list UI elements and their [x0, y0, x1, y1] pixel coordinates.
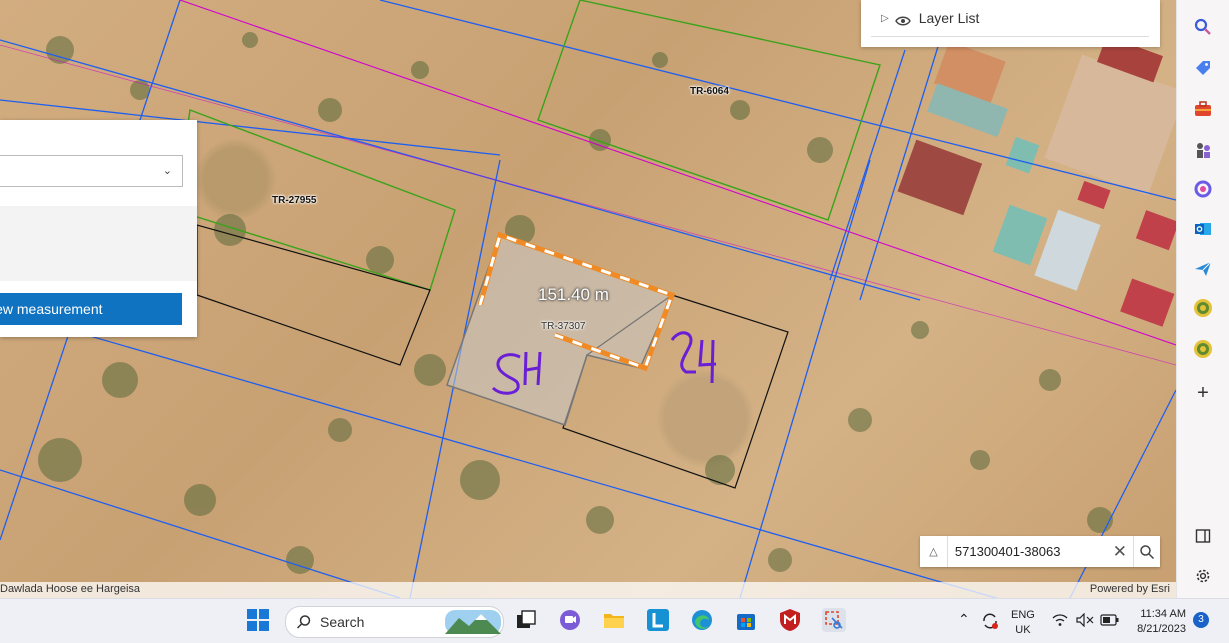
layer-list-panel: ▷ Layer List — [861, 0, 1160, 47]
language-indicator[interactable]: ENG UK — [1011, 608, 1035, 638]
parcel-label: TR-27955 — [272, 195, 317, 206]
wifi-icon[interactable] — [1052, 613, 1068, 630]
search-input[interactable] — [947, 543, 1107, 560]
new-measurement-button[interactable]: New measurement — [0, 293, 182, 325]
volume-muted-icon[interactable] — [1076, 612, 1094, 630]
unit-select[interactable]: ⌄ — [0, 155, 183, 187]
measurement-label: 151.40 m — [538, 285, 609, 304]
measurement-panel: ⌄ New measurement — [0, 120, 197, 337]
search-icon — [296, 615, 311, 629]
chevron-up-icon[interactable]: ⌃ — [958, 611, 970, 628]
send-icon[interactable] — [1192, 258, 1214, 280]
teams-chat-icon[interactable] — [558, 608, 582, 632]
layer-list-header[interactable]: ▷ Layer List — [871, 0, 1149, 37]
store-icon[interactable] — [734, 608, 758, 632]
chevron-down-icon: ⌄ — [162, 165, 172, 177]
l-app-icon[interactable] — [646, 608, 670, 632]
outlook-icon[interactable] — [1192, 218, 1214, 240]
chevron-up-icon[interactable]: △ — [920, 536, 948, 567]
search-highlight-icon — [445, 610, 501, 634]
mcafee-icon[interactable] — [778, 608, 802, 632]
office-icon[interactable] — [1192, 178, 1214, 200]
magnifier-icon — [1140, 544, 1154, 559]
language-region: UK — [1015, 624, 1031, 636]
taskbar-search-label: Search — [320, 614, 365, 630]
briefcase-icon[interactable] — [1192, 98, 1214, 120]
snipping-tool-icon[interactable] — [822, 608, 846, 632]
sync-icon[interactable] — [980, 611, 1000, 634]
windows-start-icon[interactable] — [246, 608, 270, 632]
gear-icon[interactable] — [1192, 565, 1214, 587]
parcel-label: TR-37307 — [541, 321, 586, 332]
chess-icon[interactable] — [1192, 139, 1214, 161]
map-search-widget: △ ✕ — [920, 536, 1160, 567]
new-measurement-label: New measurement — [0, 301, 103, 317]
language-code: ENG — [1011, 609, 1035, 621]
tag-icon[interactable] — [1192, 57, 1214, 79]
clock-date: 8/21/2023 — [1137, 623, 1186, 635]
emblem-icon[interactable] — [1192, 338, 1214, 360]
sidebar-icon[interactable] — [1192, 525, 1214, 547]
eye-icon[interactable] — [894, 13, 911, 26]
clock-time: 11:34 AM — [1140, 608, 1186, 620]
search-icon[interactable] — [1192, 16, 1214, 38]
search-button[interactable] — [1132, 536, 1160, 567]
notification-badge[interactable]: 3 — [1193, 612, 1209, 628]
clock[interactable]: 11:34 AM 8/21/2023 — [1130, 607, 1186, 637]
map-attribution: Dawlada Hoose ee Hargeisa Powered by Esr… — [0, 582, 1176, 598]
expand-triangle-icon[interactable]: ▷ — [881, 13, 889, 24]
taskbar-search[interactable]: Search — [285, 606, 504, 638]
clear-icon[interactable]: ✕ — [1107, 542, 1133, 562]
edge-browser-icon[interactable] — [690, 608, 714, 632]
right-sidebar: + — [1176, 0, 1229, 598]
file-explorer-icon[interactable] — [602, 608, 626, 632]
plus-icon[interactable]: + — [1192, 382, 1214, 404]
battery-icon[interactable] — [1100, 614, 1120, 629]
layer-list-title: Layer List — [918, 10, 980, 26]
attribution-source: Dawlada Hoose ee Hargeisa — [0, 583, 141, 595]
windows-taskbar: Search ⌃ ENG UK 11:34 AM 8/21/2023 3 — [0, 598, 1229, 643]
attribution-esri[interactable]: Powered by Esri — [1090, 583, 1170, 595]
emblem-icon[interactable] — [1192, 297, 1214, 319]
measurement-result-area — [0, 206, 197, 281]
parcel-label: TR-6064 — [690, 86, 729, 97]
task-view-icon[interactable] — [514, 608, 538, 632]
